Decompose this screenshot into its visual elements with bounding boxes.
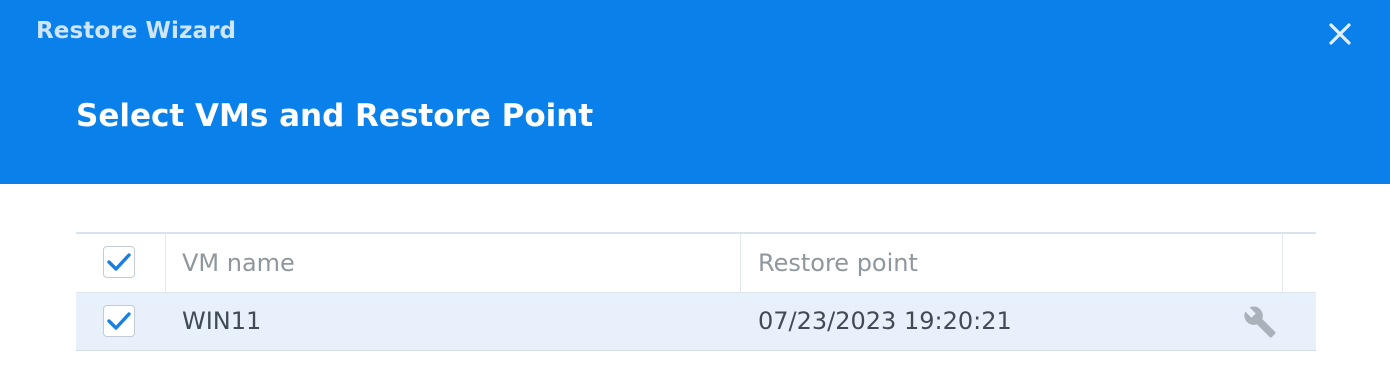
column-header-restore-point[interactable]: Restore point <box>758 249 918 277</box>
table-row[interactable]: WIN11 07/23/2023 19:20:21 <box>76 293 1316 351</box>
checkmark-icon <box>107 312 131 330</box>
dialog-header: Restore Wizard Select VMs and Restore Po… <box>0 0 1390 184</box>
close-icon <box>1329 23 1351 45</box>
restore-wizard-dialog: Restore Wizard Select VMs and Restore Po… <box>0 0 1390 384</box>
column-separator <box>1282 234 1283 292</box>
column-separator <box>740 234 741 292</box>
checkmark-icon <box>107 253 131 271</box>
wrench-icon <box>1244 306 1276 338</box>
vm-restore-table: VM name Restore point WIN11 07/23/2023 1… <box>76 232 1316 351</box>
restore-point-cell: 07/23/2023 19:20:21 <box>758 307 1012 335</box>
window-title: Restore Wizard <box>36 18 237 44</box>
vm-name-cell: WIN11 <box>182 307 262 335</box>
column-separator <box>165 234 166 292</box>
row-checkbox[interactable] <box>103 305 135 337</box>
table-header: VM name Restore point <box>76 232 1316 293</box>
column-header-vm-name[interactable]: VM name <box>182 249 295 277</box>
close-button[interactable] <box>1322 16 1358 52</box>
step-title: Select VMs and Restore Point <box>76 98 594 134</box>
edit-restore-point-button[interactable] <box>1243 305 1277 339</box>
select-all-checkbox[interactable] <box>103 246 135 278</box>
